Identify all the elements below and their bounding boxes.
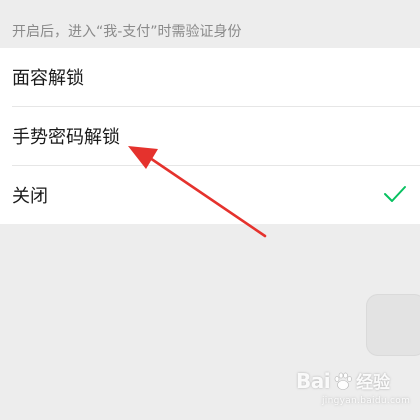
watermark-brand: Bai [296,368,331,393]
option-face-unlock[interactable]: 面容解锁 [0,48,420,106]
watermark-url: jingyan.baidu.com [322,396,411,406]
option-gesture-unlock[interactable]: 手势密码解锁 [0,107,420,165]
watermark: Bai 经验 [296,368,391,394]
floating-side-button[interactable] [366,294,420,356]
payment-verification-screen: 开启后，进入“我-支付”时需验证身份 面容解锁 手势密码解锁 关闭 Bai 经验… [0,0,420,420]
verification-hint: 开启后，进入“我-支付”时需验证身份 [12,24,242,40]
option-label: 手势密码解锁 [12,127,120,148]
checkmark-icon [384,186,406,202]
option-label: 关闭 [12,186,48,207]
paw-icon [334,372,352,390]
option-off[interactable]: 关闭 [0,166,420,224]
unlock-method-list: 面容解锁 手势密码解锁 关闭 [0,48,420,224]
option-label: 面容解锁 [12,68,84,89]
watermark-brand-suffix: 经验 [356,373,391,393]
